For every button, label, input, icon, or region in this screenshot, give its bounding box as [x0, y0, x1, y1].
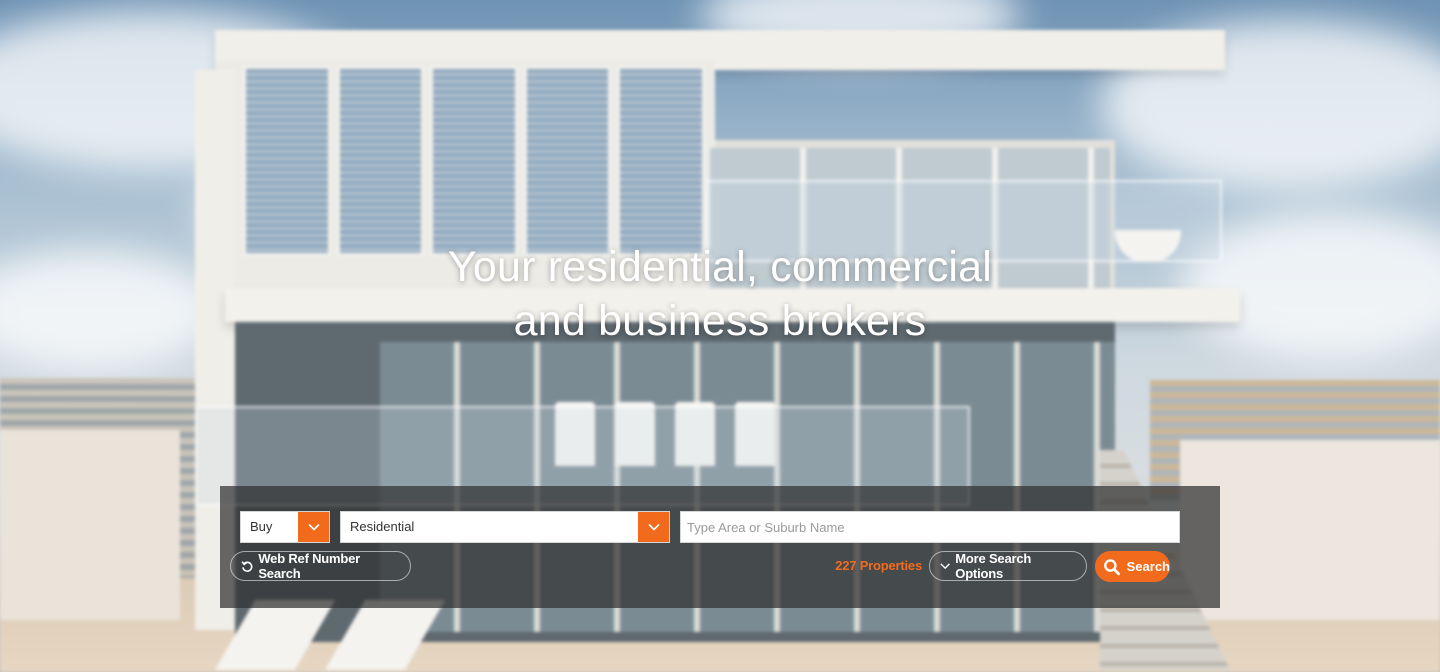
more-search-options-button[interactable]: More Search Options — [929, 551, 1087, 581]
property-search-panel: Buy Residential Web Ref Number Search 22… — [220, 486, 1220, 608]
magnifier-icon — [1104, 558, 1121, 575]
chevron-down-icon[interactable] — [298, 512, 329, 542]
hero-title: Your residential, commercial and busines… — [0, 240, 1440, 348]
hero-title-line-2: and business brokers — [513, 297, 927, 345]
web-ref-search-button[interactable]: Web Ref Number Search — [230, 551, 411, 581]
chevron-down-icon — [940, 563, 950, 570]
search-button-label: Search — [1126, 559, 1170, 574]
listing-type-select[interactable]: Buy — [240, 511, 330, 543]
listing-type-value: Buy — [250, 519, 273, 534]
web-ref-search-label: Web Ref Number Search — [258, 551, 361, 581]
hero-title-line-1: Your residential, commercial — [447, 243, 993, 291]
chevron-down-icon[interactable] — [638, 512, 669, 542]
search-button[interactable]: Search — [1095, 551, 1170, 582]
refresh-icon — [241, 560, 253, 572]
location-search-input[interactable] — [680, 511, 1180, 543]
property-category-value: Residential — [350, 519, 415, 534]
more-search-options-label: More Search Options — [955, 551, 1032, 581]
results-count: 227 Properties — [835, 558, 922, 573]
property-category-select[interactable]: Residential — [340, 511, 670, 543]
